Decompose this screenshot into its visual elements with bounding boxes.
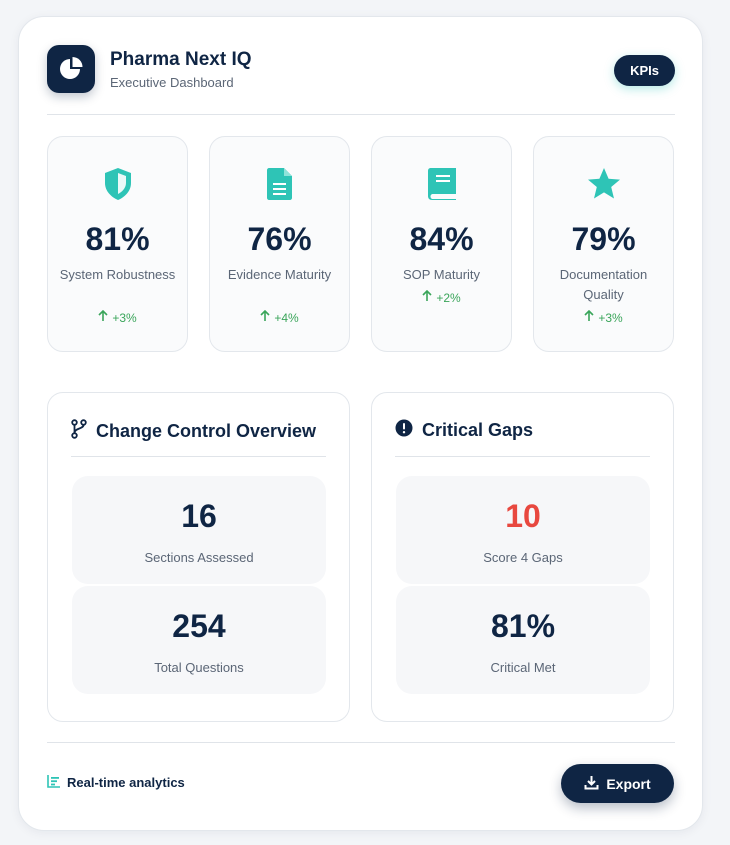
kpi-delta-value: +3%: [112, 310, 137, 325]
arrow-up-icon: [584, 309, 594, 325]
kpi-delta: +4%: [210, 309, 349, 325]
kpi-value: 81%: [85, 221, 150, 257]
stat-value: 16: [181, 498, 217, 534]
footer-divider: [47, 742, 675, 743]
kpi-card-documentation-quality[interactable]: 79% Documentation Quality +3%: [533, 136, 674, 352]
kpi-label: SOP Maturity: [402, 267, 481, 282]
kpi-value: 76%: [247, 221, 312, 257]
panel-divider: [395, 456, 650, 457]
branch-icon: [71, 419, 87, 444]
app-subtitle: Executive Dashboard: [110, 75, 234, 90]
stat-critical-met: 81% Critical Met: [396, 586, 650, 694]
kpi-card-system-robustness[interactable]: 81% System Robustness +3%: [47, 136, 188, 352]
book-icon: [372, 167, 511, 201]
stat-score-4-gaps: 10 Score 4 Gaps: [396, 476, 650, 584]
kpi-delta: +3%: [534, 309, 673, 325]
stat-label: Critical Met: [490, 660, 556, 675]
kpi-card-evidence-maturity[interactable]: 76% Evidence Maturity +4%: [209, 136, 350, 352]
change-control-panel: Change Control Overview 16 Sections Asse…: [47, 392, 350, 722]
export-button[interactable]: Export: [561, 764, 674, 803]
kpi-label: System Robustness: [59, 267, 176, 282]
kpi-value: 79%: [571, 221, 636, 257]
app-title: Pharma Next IQ: [110, 49, 252, 70]
stat-label: Score 4 Gaps: [483, 550, 563, 565]
kpi-delta: +3%: [48, 309, 187, 325]
dashboard-card: Pharma Next IQ Executive Dashboard KPIs …: [18, 16, 703, 831]
change-control-title: Change Control Overview: [96, 421, 317, 441]
footer-note: Real-time analytics: [47, 774, 185, 791]
export-label: Export: [606, 775, 651, 792]
footer-note-text: Real-time analytics: [67, 775, 185, 790]
stat-label: Total Questions: [154, 660, 244, 675]
stat-sections-assessed: 16 Sections Assessed: [72, 476, 326, 584]
stat-total-questions: 254 Total Questions: [72, 586, 326, 694]
panel-title: Change Control Overview: [71, 419, 316, 444]
pie-chart-icon: [47, 45, 95, 93]
kpi-delta: +2%: [372, 289, 511, 305]
document-icon: [210, 167, 349, 201]
star-icon: [534, 167, 673, 201]
kpi-card-sop-maturity[interactable]: 84% SOP Maturity +2%: [371, 136, 512, 352]
critical-gaps-title: Critical Gaps: [422, 420, 534, 440]
arrow-up-icon: [98, 309, 108, 325]
bar-chart-icon: [47, 774, 61, 791]
kpi-label: Documentation Quality: [559, 267, 648, 302]
stat-value: 10: [505, 498, 541, 534]
download-icon: [584, 775, 599, 793]
kpi-label: Evidence Maturity: [227, 267, 332, 282]
header: Pharma Next IQ Executive Dashboard KPIs: [47, 45, 675, 101]
kpi-delta-value: +4%: [274, 310, 299, 325]
critical-gaps-panel: Critical Gaps 10 Score 4 Gaps 81% Critic…: [371, 392, 674, 722]
arrow-up-icon: [422, 289, 432, 305]
stat-label: Sections Assessed: [144, 550, 254, 565]
kpi-delta-value: +3%: [598, 310, 623, 325]
header-divider: [47, 114, 675, 115]
kpi-value: 84%: [409, 221, 474, 257]
panel-title: Critical Gaps: [395, 419, 533, 442]
shield-icon: [48, 167, 187, 201]
stat-value: 81%: [490, 608, 556, 644]
stat-value: 254: [172, 608, 226, 644]
kpi-delta-value: +2%: [436, 290, 461, 305]
kpis-badge[interactable]: KPIs: [614, 55, 675, 86]
alert-circle-icon: [395, 419, 413, 442]
panel-divider: [71, 456, 326, 457]
arrow-up-icon: [260, 309, 270, 325]
